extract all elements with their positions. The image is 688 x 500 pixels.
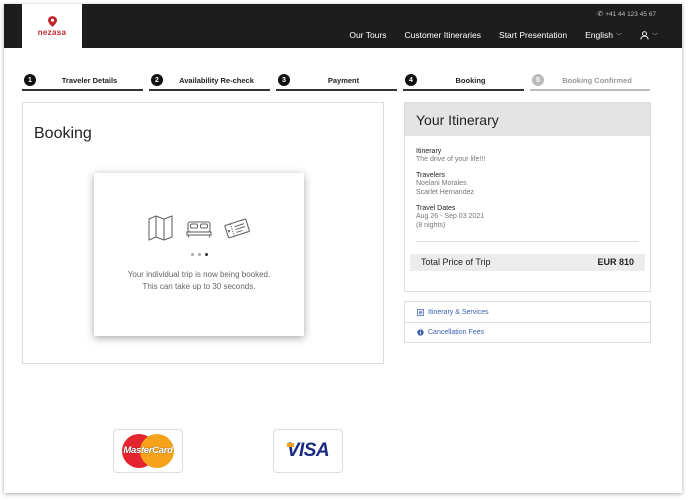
itinerary-label: Itinerary <box>416 148 442 155</box>
step-label: Booking Confirmed <box>562 75 632 85</box>
step-number: 3 <box>278 74 290 86</box>
booking-icons <box>94 215 304 241</box>
phone-number[interactable]: ✆ +41 44 123 45 67 <box>597 10 656 18</box>
travelers-group: Travelers Noelani Morales Scarlet Hernan… <box>416 172 639 198</box>
info-icon <box>416 329 424 337</box>
link-cancellation-fees[interactable]: Cancellation Fees <box>405 322 650 342</box>
step-availability-recheck[interactable]: 2 Availability Re-check <box>149 71 270 91</box>
link-itinerary-services[interactable]: Itinerary & Services <box>405 302 650 322</box>
step-label: Traveler Details <box>61 75 118 85</box>
itinerary-body: Itinerary The drive of your life!!! Trav… <box>405 136 650 271</box>
list-icon <box>416 308 424 316</box>
chevron-down-icon: ﹀ <box>615 34 622 40</box>
phone-icon: ✆ <box>597 11 604 18</box>
total-price-value: EUR 810 <box>597 257 634 267</box>
loading-dot <box>197 253 201 256</box>
phone-text: +41 44 123 45 67 <box>605 11 656 18</box>
step-label: Payment <box>327 75 360 85</box>
loading-dots <box>94 253 304 256</box>
step-label: Booking <box>455 75 486 85</box>
booking-message: Your individual trip is now being booked… <box>94 269 304 292</box>
total-price-bar: Total Price of Trip EUR 810 <box>410 253 645 271</box>
nav-customer-itineraries[interactable]: Customer Itineraries <box>405 30 482 40</box>
top-bar: nezasa ✆ +41 44 123 45 67 Our Tours Custo… <box>4 4 682 49</box>
main-nav: Our Tours Customer Itineraries Start Pre… <box>331 30 658 40</box>
link-label: Itinerary & Services <box>428 308 489 316</box>
travel-dates-value: Aug 26 - Sep 03 2021 <box>416 212 485 220</box>
booking-steps: 1 Traveler Details 2 Availability Re-che… <box>22 71 650 91</box>
link-label: Cancellation Fees <box>428 329 485 336</box>
divider <box>416 240 639 242</box>
itinerary-title: Your Itinerary <box>405 103 650 136</box>
travel-dates-label: Travel Dates <box>416 204 456 212</box>
user-menu[interactable]: ﹀ <box>640 30 658 40</box>
ticket-icon <box>224 218 250 239</box>
nav-our-tours[interactable]: Our Tours <box>349 30 386 40</box>
loading-dot <box>204 253 208 256</box>
booking-progress-card: Your individual trip is now being booked… <box>94 173 304 336</box>
step-number: 1 <box>24 74 36 86</box>
logo-text: nezasa <box>37 28 67 37</box>
step-booking: 4 Booking <box>403 71 524 91</box>
page-title: Booking <box>34 125 92 142</box>
map-icon <box>148 215 173 241</box>
itinerary-value: The drive of your life!!! <box>416 156 486 163</box>
booking-panel: Booking Your individual trip is now bein… <box>22 102 384 364</box>
loading-dot <box>190 253 194 256</box>
itinerary-panel: Your Itinerary Itinerary The drive of yo… <box>404 102 651 292</box>
visa-logo: VISA <box>273 429 343 473</box>
chevron-down-icon: ﹀ <box>651 33 658 40</box>
step-number: 5 <box>532 74 544 86</box>
traveler-name: Scarlet Hernandez <box>416 189 474 196</box>
itinerary-links: Itinerary & Services Cancellation Fees <box>404 301 651 343</box>
nav-start-presentation[interactable]: Start Presentation <box>499 30 567 40</box>
total-price-label: Total Price of Trip <box>421 257 491 267</box>
step-label: Availability Re-check <box>179 75 254 85</box>
step-payment[interactable]: 3 Payment <box>276 71 397 91</box>
language-dropdown[interactable]: English ﹀ <box>585 30 622 40</box>
step-number: 2 <box>151 74 163 86</box>
traveler-name: Noelani Morales <box>416 179 467 187</box>
step-booking-confirmed: 5 Booking Confirmed <box>530 71 650 91</box>
travel-dates-group: Travel Dates Aug 26 - Sep 03 2021 (8 nig… <box>416 205 639 231</box>
logo[interactable]: nezasa <box>22 4 82 49</box>
user-icon <box>640 30 649 40</box>
language-label: English <box>585 30 613 40</box>
location-pin-icon <box>47 16 57 27</box>
step-number: 4 <box>405 74 417 86</box>
step-traveler-details[interactable]: 1 Traveler Details <box>22 71 143 91</box>
itinerary-name-group: Itinerary The drive of your life!!! <box>416 148 639 165</box>
mastercard-mark: MasterCard <box>120 434 176 468</box>
booking-message-line1: Your individual trip is now being booked… <box>127 270 271 279</box>
page-frame: nezasa ✆ +41 44 123 45 67 Our Tours Custo… <box>4 4 682 493</box>
mastercard-logo: MasterCard <box>113 429 183 473</box>
travel-nights: (8 nights) <box>416 222 446 229</box>
travelers-label: Travelers <box>416 171 445 179</box>
booking-message-line2: This can take up to 30 seconds. <box>142 281 256 291</box>
visa-text: VISA <box>286 440 330 461</box>
bed-icon <box>186 221 212 238</box>
mastercard-text: MasterCard <box>123 445 173 456</box>
